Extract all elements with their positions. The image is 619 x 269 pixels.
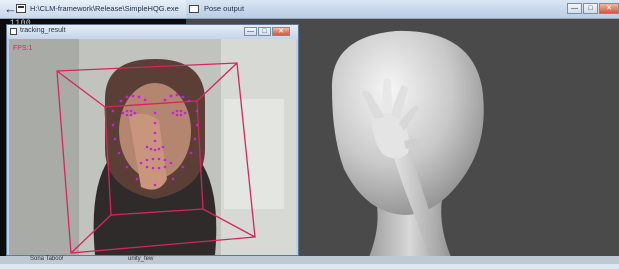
fps-label: FPS:1 [13,45,33,52]
tracking-titlebar[interactable]: tracking_result — □ ✕ [7,25,298,39]
taskbar: Sona Taboo! unity_few [0,256,619,264]
tracking-window-controls: — □ ✕ [243,27,290,38]
tracking-result-window: tracking_result — □ ✕ FPS:1 [6,24,299,256]
minimize-icon[interactable]: — [244,27,257,36]
avatar-finger [382,78,392,113]
console-app-icon [16,4,26,13]
camera-view: FPS:1 [9,39,296,255]
pose-window-controls: — □ ✕ [566,3,619,14]
tracking-window-title: tracking_result [20,27,66,34]
pose-window-title: Pose output [204,4,245,13]
console-titlebar[interactable]: ← H:\CLM-framework\Release\SimpleHQG.exe [0,0,200,19]
pose-titlebar[interactable]: Pose output — □ ✕ [186,0,619,19]
close-icon[interactable]: ✕ [599,3,619,14]
tracking-overlay: FPS:1 [9,39,296,255]
taskbar-item[interactable]: Sona Taboo! [30,256,64,262]
minimize-icon[interactable]: — [567,3,582,14]
taskbar-item[interactable]: unity_few [128,256,153,262]
tracking-app-icon [10,28,17,35]
maximize-icon[interactable]: □ [583,3,598,14]
close-icon[interactable]: ✕ [272,27,290,36]
maximize-icon[interactable]: □ [258,27,271,36]
pose-app-icon [189,5,199,13]
console-title: H:\CLM-framework\Release\SimpleHQG.exe [30,4,179,13]
